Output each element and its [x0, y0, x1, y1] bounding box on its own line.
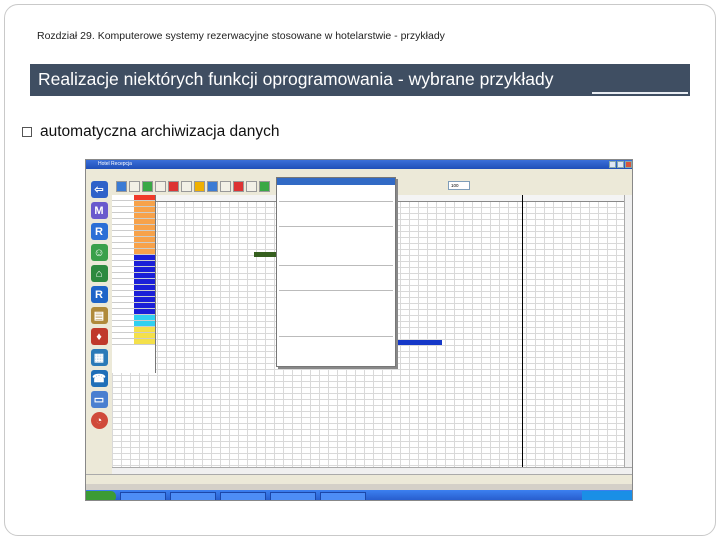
menu-item[interactable]: [277, 203, 395, 210]
menu-item[interactable]: [277, 178, 395, 185]
menu-bar: [86, 169, 632, 177]
toolbar-button-icon[interactable]: [220, 180, 231, 192]
toolbar-button-icon[interactable]: [142, 180, 153, 192]
side-toolbar: ⇦ M R ☺ ⌂ R ▤ ♦ ▦ ☎ ▭ ◔: [86, 177, 112, 477]
menu-item[interactable]: [277, 338, 395, 345]
vertical-scrollbar[interactable]: [624, 195, 632, 467]
menu-separator: [279, 334, 393, 337]
menu-separator: [279, 199, 393, 202]
r-module-icon[interactable]: R: [90, 223, 108, 240]
menu-item[interactable]: [277, 249, 395, 256]
menu-separator: [279, 263, 393, 266]
minimize-icon[interactable]: [609, 161, 616, 168]
application-screenshot: Hotel Recepcja 100 ⇦ M R ☺ ⌂ R ▤ ♦ ▦ ☎ ▭: [85, 159, 633, 501]
menu-item[interactable]: [277, 217, 395, 224]
phone-icon[interactable]: ☎: [90, 370, 108, 387]
booking-bar[interactable]: [254, 252, 276, 257]
slide-title-text: Realizacje niektórych funkcji oprogramow…: [38, 69, 554, 89]
window-title-bar: Hotel Recepcja: [86, 160, 632, 169]
today-line: [522, 195, 523, 467]
slide-title: Realizacje niektórych funkcji oprogramow…: [30, 64, 690, 96]
toolbar-button-icon[interactable]: [194, 180, 205, 192]
window-title: Hotel Recepcja: [98, 161, 132, 167]
toolbar-button-icon[interactable]: [207, 180, 218, 192]
menu-item[interactable]: [277, 228, 395, 235]
taskbar-item[interactable]: [320, 491, 366, 500]
start-button[interactable]: [86, 490, 116, 500]
bullet-text: automatyczna archiwizacja danych: [40, 123, 280, 140]
menu-item[interactable]: [277, 185, 395, 192]
taskbar: [86, 490, 632, 500]
status-bar: [86, 474, 632, 484]
toolbar-button-icon[interactable]: [246, 180, 257, 192]
taskbar-item[interactable]: [270, 491, 316, 500]
toolbar-button-icon[interactable]: [129, 180, 140, 192]
toolbar-button-icon[interactable]: [181, 180, 192, 192]
menu-item[interactable]: [277, 320, 395, 327]
exit-icon[interactable]: ⇦: [90, 181, 108, 198]
window-controls: [609, 161, 632, 168]
book-icon[interactable]: ▤: [90, 307, 108, 324]
system-tray: [582, 490, 632, 500]
taskbar-item[interactable]: [220, 491, 266, 500]
bullet-marker-icon: [22, 127, 32, 137]
menu-item[interactable]: [277, 242, 395, 249]
toolbar-button-icon[interactable]: [259, 180, 270, 192]
close-icon[interactable]: [625, 161, 632, 168]
menu-item[interactable]: [277, 292, 395, 299]
taskbar-item[interactable]: [120, 491, 166, 500]
menu-item[interactable]: [277, 299, 395, 306]
toolbar-button-icon[interactable]: [233, 180, 244, 192]
m-module-icon[interactable]: M: [90, 202, 108, 219]
dropdown-menu: [276, 177, 396, 367]
guests-icon[interactable]: ☺: [90, 244, 108, 261]
chart-pie-icon[interactable]: ◔: [90, 412, 108, 429]
menu-item[interactable]: [277, 256, 395, 263]
menu-item[interactable]: [277, 313, 395, 320]
booking-bar[interactable]: [398, 340, 442, 345]
room-row[interactable]: [112, 339, 155, 345]
menu-item[interactable]: [277, 267, 395, 274]
title-underline: [592, 92, 688, 94]
computer-icon[interactable]: ▭: [90, 391, 108, 408]
menu-item[interactable]: [277, 210, 395, 217]
bell-icon[interactable]: ♦: [90, 328, 108, 345]
taskbar-item[interactable]: [170, 491, 216, 500]
r-report-icon[interactable]: R: [90, 286, 108, 303]
maximize-icon[interactable]: [617, 161, 624, 168]
menu-item[interactable]: [277, 327, 395, 334]
house-icon[interactable]: ⌂: [90, 265, 108, 282]
toolbar-button-icon[interactable]: [168, 180, 179, 192]
menu-separator: [279, 288, 393, 291]
toolbar-button-icon[interactable]: [116, 180, 127, 192]
menu-separator: [279, 224, 393, 227]
menu-item[interactable]: [277, 306, 395, 313]
menu-item[interactable]: [277, 274, 395, 281]
horizontal-scrollbar[interactable]: [112, 467, 632, 474]
bullet-item: automatyczna archiwizacja danych: [22, 123, 280, 141]
menu-item[interactable]: [277, 192, 395, 199]
chapter-header: Rozdział 29. Komputerowe systemy rezerwa…: [37, 30, 445, 42]
toolbar-button-icon[interactable]: [155, 180, 166, 192]
zoom-select[interactable]: 100: [448, 181, 470, 190]
menu-item[interactable]: [277, 281, 395, 288]
menu-item[interactable]: [277, 235, 395, 242]
calculator-icon[interactable]: ▦: [90, 349, 108, 366]
room-column: [112, 195, 156, 373]
